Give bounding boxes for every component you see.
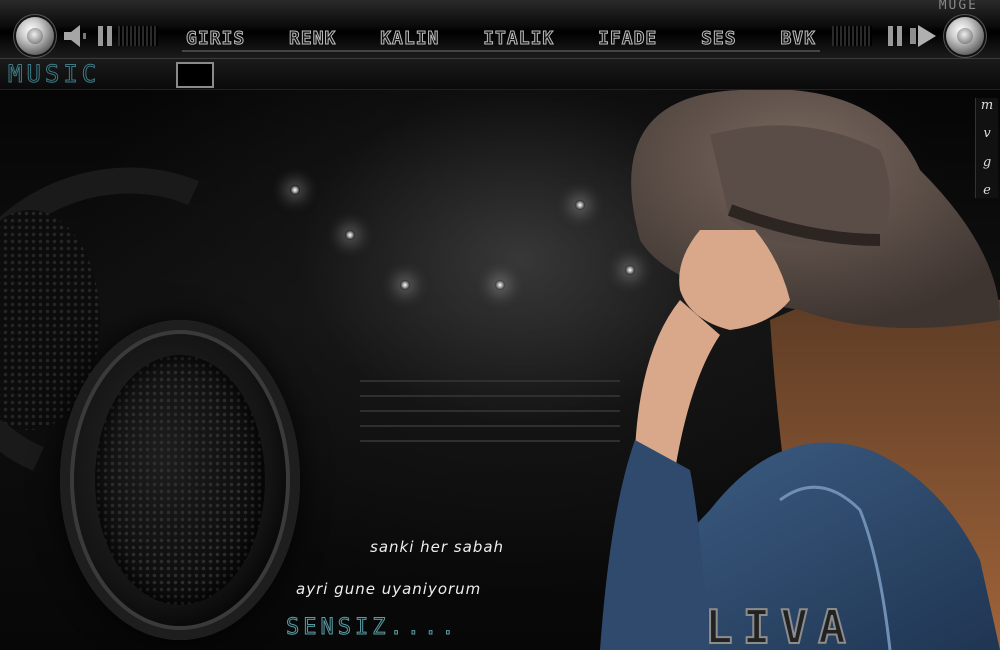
side-letter: m [980,98,994,113]
nav-item-ses[interactable]: SES [697,27,741,49]
ceiling-light [495,280,505,290]
ceiling-light [400,280,410,290]
side-letter: g [982,154,992,170]
section-bar: MUSIC [0,59,1000,90]
nav-item-renk[interactable]: RENK [285,27,340,49]
player-toolbar: MUGE GIRIS RENK KALIN ITALIK IFADE SES B… [0,0,1000,59]
left-hatch-divider [118,26,158,46]
nav-item-ifade[interactable]: IFADE [594,27,661,49]
speaker-icon[interactable] [64,25,90,47]
play-icon[interactable] [910,25,936,47]
nav-item-italik[interactable]: ITALIK [479,27,558,49]
nav-item-giris[interactable]: GIRIS [182,27,249,49]
section-title: MUSIC [7,60,101,89]
headphone-mesh-image [95,355,265,605]
artwork-stage: m v g e sanki her sabah ayri gune uyaniy… [0,90,1000,650]
side-letter: v [983,126,991,142]
signature-text: LIVA [704,599,856,650]
ceiling-light [290,185,300,195]
left-volume-knob-icon[interactable] [16,17,54,55]
section-box-button[interactable] [176,62,214,88]
left-pause-icon[interactable] [98,26,112,46]
ceiling-light [345,230,355,240]
side-letter-strip: m v g e [975,98,998,198]
nav-item-kalin[interactable]: KALIN [376,27,443,49]
brand-label: MUGE [938,0,978,13]
side-letter: e [983,182,991,198]
lyric-line-3: SENSIZ.... [285,615,459,641]
lyric-line-1: sanki her sabah [370,538,505,556]
nav-item-bvk[interactable]: BVK [776,27,820,49]
main-nav: GIRIS RENK KALIN ITALIK IFADE SES BVK [182,26,820,52]
right-pause-icon[interactable] [888,26,902,46]
right-hatch-divider [832,26,872,46]
right-volume-knob-icon[interactable] [946,17,984,55]
lyric-line-2: ayri gune uyaniyorum [296,580,482,598]
woman-with-hat-image [600,90,1000,650]
